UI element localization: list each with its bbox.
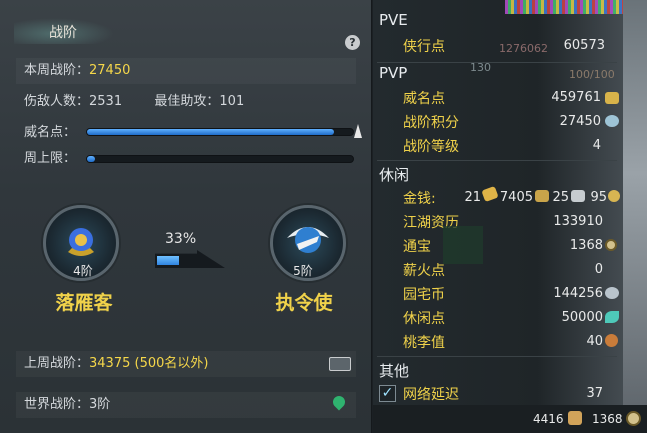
pvp-item-label: 战阶等级 <box>403 139 459 155</box>
prestige-icon <box>605 92 619 104</box>
assist-label: 最佳助攻： <box>154 94 220 109</box>
overlay-number: 1276062 <box>499 42 548 55</box>
prestige-bar-fill <box>87 129 335 135</box>
leisure-item-label: 薪火点 <box>403 263 445 279</box>
world-rank-row: 世界战阶：3阶 <box>16 392 356 418</box>
money-gold: 21 <box>464 190 481 205</box>
footer-bar: 4416 1368 <box>373 405 647 433</box>
section-leisure-title: 休闲 <box>379 166 410 184</box>
leisure-item-label: 通宝 <box>403 239 431 255</box>
week-cap-bar-fill <box>87 156 95 162</box>
leisure-item-label: 园宅币 <box>403 287 445 303</box>
divider <box>377 356 617 357</box>
section-other-title: 其他 <box>379 362 410 380</box>
panel-header: 战阶 ? <box>0 12 372 50</box>
rank-score-icon <box>605 115 619 127</box>
last-week-value: 34375 (500名以外) <box>89 356 209 371</box>
kills-value: 2531 <box>89 94 123 109</box>
prestige-bar-marker <box>354 124 362 138</box>
battle-rank-panel: 战阶 ? 本周战阶：27450 伤敌人数：2531 最佳助攻：101 威名点： … <box>0 0 372 433</box>
coin-icon <box>608 190 620 202</box>
next-rank-name: 执令使 <box>275 292 333 314</box>
other-item-value: 37 <box>586 386 603 401</box>
leisure-item-value: 144256 <box>553 286 603 301</box>
leisure-item-value: 133910 <box>553 214 603 229</box>
divider <box>377 62 617 63</box>
leisure-leaf-icon <box>605 311 619 323</box>
silver-ingot-icon <box>535 190 549 202</box>
chest-icon[interactable] <box>329 357 351 371</box>
tongbao-coin-icon <box>626 411 641 426</box>
background-edge <box>623 0 647 433</box>
tongbao-coin-icon <box>605 239 617 251</box>
current-rank-name: 落雁客 <box>55 292 113 314</box>
network-latency-checkbox[interactable]: ✓ <box>379 385 396 402</box>
assist-value: 101 <box>219 94 245 109</box>
kills-label: 伤敌人数： <box>24 94 90 109</box>
money-label: 金钱: <box>403 191 436 207</box>
current-rank-level: 4阶 <box>73 264 93 278</box>
copper-ingot-icon <box>571 190 585 202</box>
peach-icon <box>605 334 618 347</box>
background-foliage <box>443 226 483 264</box>
money-tin: 95 <box>590 190 607 205</box>
week-rank-value: 27450 <box>89 63 131 78</box>
leisure-item-label: 桃李值 <box>403 335 445 351</box>
currency-panel: PVE 侠行点 60573 1276062 130 100/100 PVP 威名… <box>373 0 647 433</box>
next-rank-level: 5阶 <box>293 264 313 278</box>
section-pvp-title: PVP <box>379 64 408 82</box>
pvp-item-value: 459761 <box>551 90 601 105</box>
last-week-row: 上周战阶：34375 (500名以外) <box>16 351 356 377</box>
world-rank-value: 3阶 <box>89 397 111 412</box>
pvp-item-value: 27450 <box>559 114 601 129</box>
progress-percent: 33% <box>165 231 197 247</box>
pvp-item-label: 战阶积分 <box>403 115 459 131</box>
leisure-item-value: 1368 <box>569 238 603 253</box>
pvp-item-label: 威名点 <box>403 91 445 107</box>
money-silver: 7405 <box>499 190 533 205</box>
leisure-item-value: 50000 <box>561 310 603 325</box>
week-rank-row: 本周战阶：27450 <box>16 58 356 84</box>
boot-icon <box>568 411 582 425</box>
footer-value: 1368 <box>592 412 623 426</box>
stats-row: 伤敌人数：2531 最佳助攻：101 <box>16 89 356 115</box>
prestige-label: 威名点： <box>24 125 77 140</box>
world-rank-label: 世界战阶： <box>24 397 90 412</box>
help-icon[interactable]: ? <box>345 35 360 50</box>
overlay-number: 100/100 <box>569 68 615 81</box>
section-pve-title: PVE <box>379 11 408 29</box>
week-rank-label: 本周战阶： <box>24 63 90 78</box>
last-week-label: 上周战阶： <box>24 356 90 371</box>
footer-value: 4416 <box>533 412 564 426</box>
panel-title: 战阶 <box>49 25 77 41</box>
prestige-bar <box>86 128 354 136</box>
week-cap-label: 周上限： <box>24 151 77 166</box>
pvp-item-value: 4 <box>592 138 601 153</box>
leisure-item-value: 40 <box>586 334 603 349</box>
leisure-item-label: 休闲点 <box>403 311 445 327</box>
money-copper: 25 <box>552 190 569 205</box>
leisure-item-value: 0 <box>594 262 603 277</box>
week-cap-bar <box>86 155 354 163</box>
progress-arrow-fill <box>157 256 179 265</box>
other-item-label: 网络延迟 <box>403 387 459 403</box>
house-coin-icon <box>605 287 619 299</box>
pve-item-label: 侠行点 <box>403 39 445 55</box>
divider <box>377 160 617 161</box>
